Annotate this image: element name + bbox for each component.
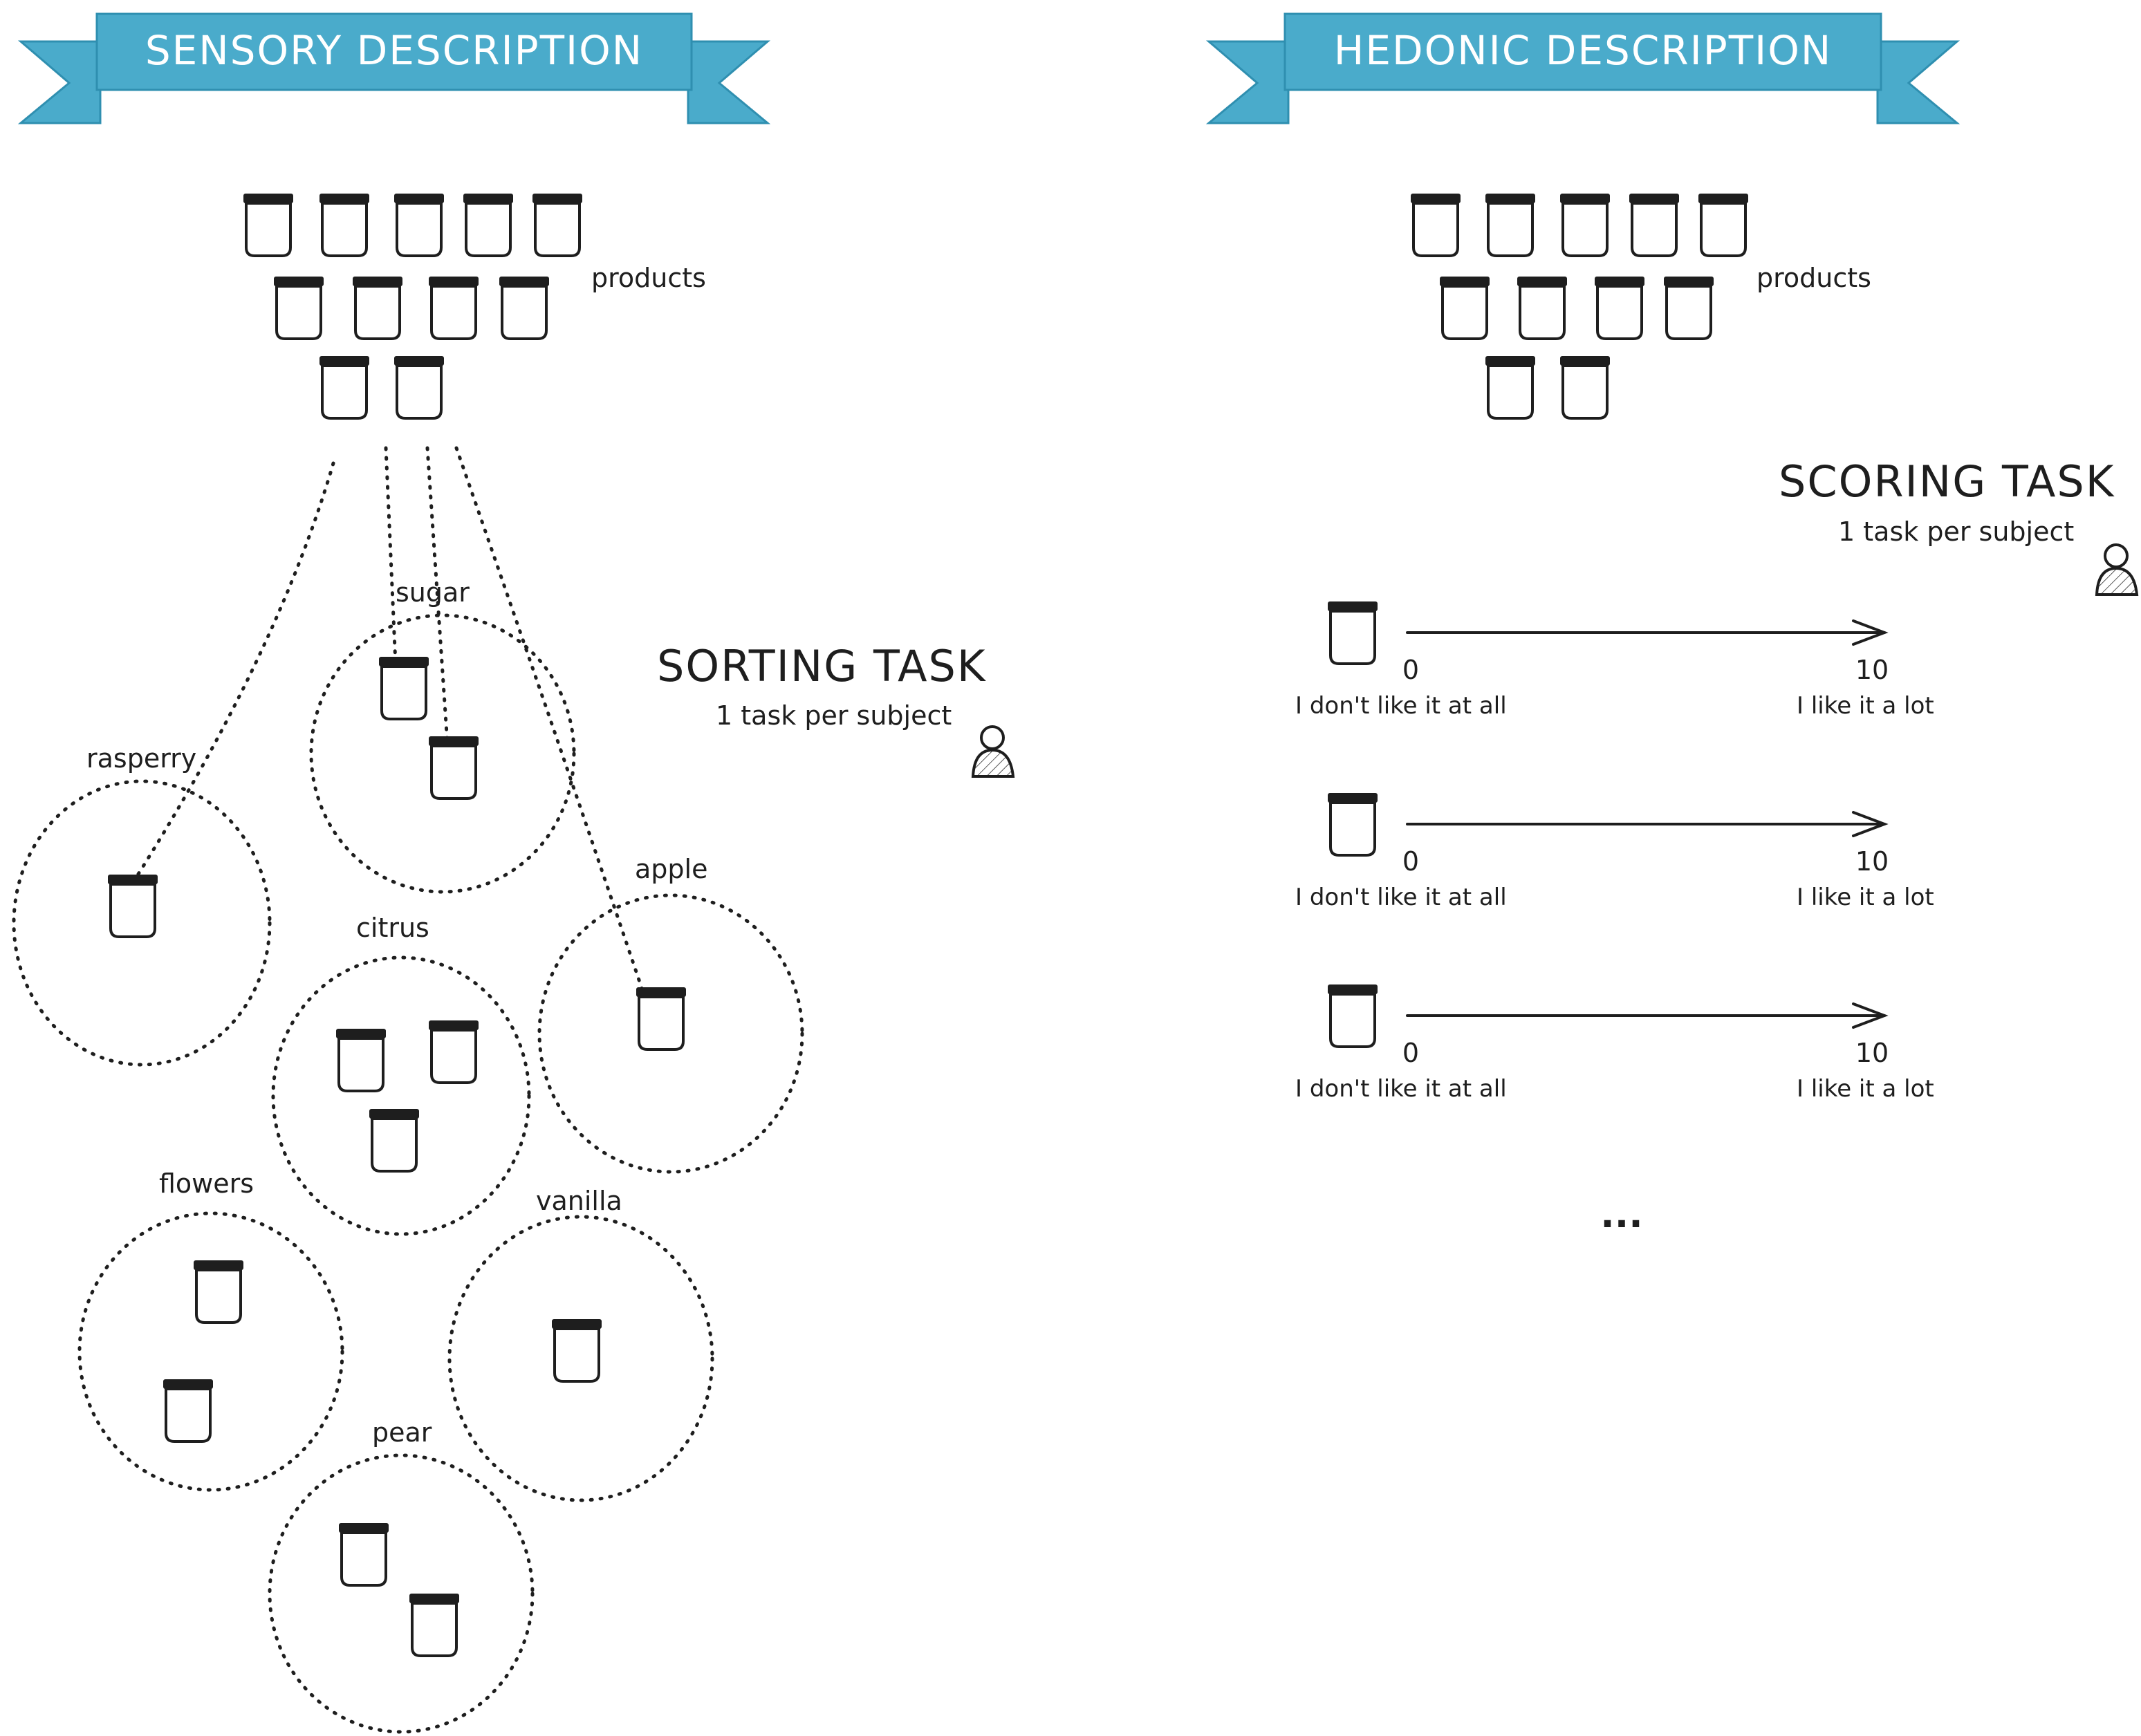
jar-icon [1326,983,1379,1048]
rating-scale: 0 10 I don't like it at all I like it a … [1295,600,1934,720]
cluster-citrus: citrus [271,913,531,1236]
sorting-task-title: SORTING TASK [657,641,987,691]
jar-icon [318,192,371,257]
scale-max-label: I like it a lot [1797,1075,1934,1103]
jar-icon [337,1522,390,1587]
scoring-task-title: SCORING TASK [1779,456,2115,507]
cluster-label: sugar [396,577,470,608]
scale-max: 10 [1855,1038,1889,1068]
jar-icon [1559,192,1611,257]
jar-icon [1559,355,1611,420]
jar-icon [427,275,480,340]
cluster-sugar: sugar [309,577,576,894]
jar-icon [1662,275,1715,340]
scale-min: 0 [1402,1038,1419,1068]
cluster-flowers: flowers [77,1168,344,1492]
jar-icon [1484,355,1537,420]
cluster-label: flowers [159,1168,254,1199]
person-icon [2095,543,2138,596]
jar-icon [368,1108,420,1173]
jar-icon [1326,792,1379,857]
cluster-rasperry: rasperry [12,743,272,1067]
ellipsis: ... [1600,1193,1643,1236]
jar-icon [1697,192,1750,257]
jar-icon [1326,600,1379,665]
jar-icon [162,1378,214,1443]
cluster-label: rasperry [86,743,196,774]
diagram-canvas: SENSORY DESCRIPTION products sugar raspe… [12,12,2138,1734]
jar-icon [242,192,295,257]
jar-icon [635,986,687,1051]
scale-max-label: I like it a lot [1797,692,1934,720]
rating-scale: 0 10 I don't like it at all I like it a … [1295,792,1934,911]
jar-icon [335,1027,387,1092]
jar-icon [1438,275,1491,340]
left-panel: SENSORY DESCRIPTION products sugar raspe… [12,12,1014,1734]
jar-icon [393,192,445,257]
products-label: products [591,263,706,293]
jar-icon [408,1592,461,1657]
cluster-label: vanilla [536,1186,622,1216]
scale-min-label: I don't like it at all [1295,884,1507,911]
jar-icon [531,192,584,257]
jar-icon [106,873,159,938]
jar-icon [427,1019,480,1084]
jar-icon [272,275,325,340]
jar-icon [378,655,430,720]
hedonic-banner: HEDONIC DESCRIPTION [1205,12,1961,124]
right-panel: HEDONIC DESCRIPTION products SCORING TAS… [1205,12,2138,1236]
products-label: products [1757,263,1871,293]
jar-icon [498,275,550,340]
jar-icon [318,355,371,420]
scale-min: 0 [1402,655,1419,685]
cluster-apple: apple [537,854,804,1174]
sorting-task-subtitle: 1 task per subject [716,700,952,731]
rating-scale: 0 10 I don't like it at all I like it a … [1295,983,1934,1103]
jar-icon [393,355,445,420]
scoring-task-subtitle: 1 task per subject [1838,516,2074,547]
product-jars [1409,192,1750,420]
jar-icon [427,735,480,800]
hedonic-banner-title: HEDONIC DESCRIPTION [1334,27,1833,74]
cluster-label: pear [372,1417,432,1448]
sensory-banner: SENSORY DESCRIPTION [17,12,771,124]
jar-icon [1593,275,1646,340]
jar-icon [192,1259,245,1324]
jar-icon [462,192,515,257]
jar-icon [1409,192,1462,257]
cluster-vanilla: vanilla [447,1186,714,1502]
jar-icon [550,1318,603,1383]
jar-icon [1516,275,1568,340]
scale-max: 10 [1855,655,1889,685]
jar-icon [351,275,404,340]
person-icon [972,725,1014,778]
scale-min: 0 [1402,846,1419,877]
cluster-label: apple [635,854,707,884]
jar-icon [1484,192,1537,257]
product-jars [242,192,584,420]
scale-max: 10 [1855,846,1889,877]
jar-icon [1628,192,1680,257]
scale-min-label: I don't like it at all [1295,692,1507,720]
cluster-label: citrus [356,913,429,943]
scale-max-label: I like it a lot [1797,884,1934,911]
sensory-banner-title: SENSORY DESCRIPTION [145,27,643,74]
scale-min-label: I don't like it at all [1295,1075,1507,1103]
